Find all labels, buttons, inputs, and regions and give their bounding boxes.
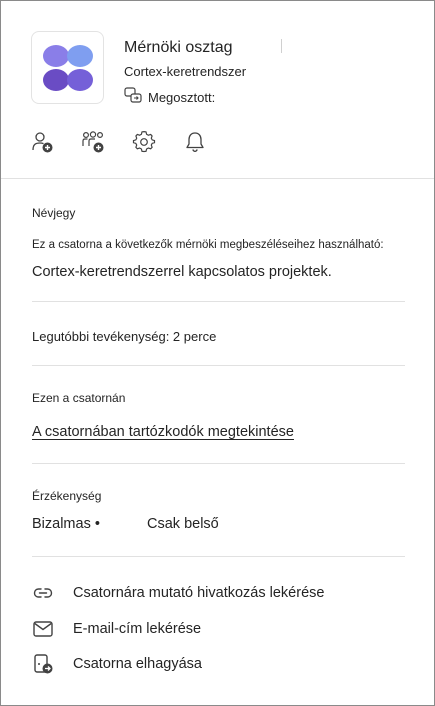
channel-info-panel: Mérnöki osztag Cortex-keretrendszer Mego… bbox=[0, 0, 435, 706]
add-team-button[interactable] bbox=[80, 129, 106, 155]
logo-petal-top-right bbox=[67, 45, 93, 67]
about-description: Ez a csatorna a következők mérnöki megbe… bbox=[32, 239, 384, 251]
settings-button[interactable] bbox=[131, 129, 157, 155]
get-channel-link-label: Csatornára mutató hivatkozás lekérése bbox=[73, 585, 325, 601]
get-email-button[interactable]: E-mail-cím lekérése bbox=[32, 617, 201, 641]
about-description-continued: Cortex-keretrendszerrel kapcsolatos proj… bbox=[32, 264, 332, 280]
person-add-icon bbox=[32, 132, 53, 153]
channel-header: Mérnöki osztag Cortex-keretrendszer Mego… bbox=[1, 1, 434, 179]
get-email-label: E-mail-cím lekérése bbox=[73, 621, 202, 637]
shared-row[interactable]: Megosztott: bbox=[124, 86, 216, 108]
bell-icon bbox=[186, 132, 204, 152]
sensitivity-label: Bizalmas • bbox=[32, 516, 100, 532]
divider bbox=[32, 463, 405, 464]
team-logo-icon bbox=[43, 45, 93, 91]
shared-channel-icon bbox=[124, 86, 142, 108]
sensitivity-scope: Csak belső bbox=[147, 516, 219, 532]
logo-petal-bottom-right bbox=[67, 69, 93, 91]
leave-channel-button[interactable]: Csatorna elhagyása bbox=[32, 652, 202, 676]
title-divider bbox=[281, 39, 282, 53]
mail-icon bbox=[32, 618, 54, 640]
gear-icon bbox=[132, 131, 156, 153]
divider bbox=[32, 556, 405, 557]
logo-petal-bottom-left bbox=[43, 69, 69, 91]
channel-members-heading: Ezen a csatornán bbox=[32, 391, 126, 405]
view-members-link[interactable]: A csatornában tartózkodók megtekintése bbox=[32, 424, 294, 440]
shared-label: Megosztott: bbox=[148, 89, 216, 105]
divider bbox=[32, 365, 405, 366]
leave-icon bbox=[32, 653, 54, 675]
leave-channel-label: Csatorna elhagyása bbox=[73, 656, 202, 672]
last-activity: Legutóbbi tevékenység: 2 perce bbox=[32, 329, 217, 344]
add-member-button[interactable] bbox=[29, 129, 55, 155]
logo-petal-top-left bbox=[43, 45, 69, 67]
divider bbox=[32, 301, 405, 302]
about-heading: Névjegy bbox=[32, 206, 76, 220]
link-icon bbox=[32, 582, 54, 604]
notifications-button[interactable] bbox=[182, 129, 208, 155]
header-actions bbox=[29, 129, 233, 155]
sensitivity-heading: Érzékenység bbox=[32, 489, 102, 503]
team-name: Mérnöki osztag bbox=[124, 39, 233, 56]
get-channel-link-button[interactable]: Csatornára mutató hivatkozás lekérése bbox=[32, 581, 324, 605]
team-logo bbox=[31, 31, 104, 104]
people-add-icon bbox=[82, 131, 104, 153]
team-subtitle: Cortex-keretrendszer bbox=[124, 64, 247, 79]
